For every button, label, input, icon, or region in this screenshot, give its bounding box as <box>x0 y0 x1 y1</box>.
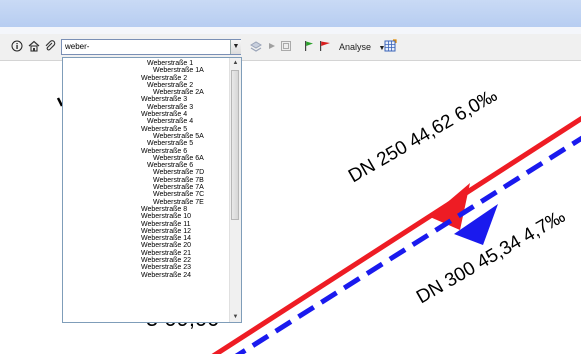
suggestion-item[interactable]: Weberstraße 1 <box>63 60 229 67</box>
scrollbar-thumb[interactable] <box>231 70 239 220</box>
suggestion-item[interactable]: Weberstraße 7D <box>63 169 229 176</box>
suggestion-item[interactable]: Weberstraße 4 <box>63 118 229 125</box>
suggestion-item[interactable]: Weberstraße 7B <box>63 177 229 184</box>
suggestion-item[interactable]: Weberstraße 2 <box>63 75 229 82</box>
play-icon[interactable] <box>267 39 277 58</box>
suggestion-item[interactable]: Weberstraße 7C <box>63 191 229 198</box>
suggestion-item[interactable]: Weberstraße 4 <box>63 111 229 118</box>
title-bar <box>0 0 581 27</box>
dropdown-scrollbar[interactable]: ▲ ▼ <box>229 58 241 322</box>
suggestion-dropdown[interactable]: Weberstraße 1 Weberstraße 1A Weberstraße 2… <box>62 57 242 323</box>
flag-red-icon[interactable] <box>318 39 332 58</box>
suggestion-item[interactable]: Weberstraße 23 <box>63 264 229 271</box>
analyse-menu[interactable]: Analyse ▼ <box>339 39 385 57</box>
suggestion-item[interactable]: Weberstraße 6A <box>63 155 229 162</box>
suggestion-item[interactable]: Weberstraße 21 <box>63 250 229 257</box>
suggestion-item[interactable]: Weberstraße 5A <box>63 133 229 140</box>
suggestion-item[interactable]: Weberstraße 14 <box>63 235 229 242</box>
suggestion-item[interactable]: Weberstraße 2A <box>63 89 229 96</box>
grid-icon[interactable] <box>383 39 397 58</box>
suggestion-item[interactable]: Weberstraße 3 <box>63 104 229 111</box>
menu-strip <box>0 27 581 34</box>
suggestion-list: Weberstraße 1 Weberstraße 1A Weberstraße 2… <box>63 60 229 279</box>
scroll-up-icon[interactable]: ▲ <box>230 58 241 68</box>
suggestion-item[interactable]: Weberstraße 7A <box>63 184 229 191</box>
scroll-down-icon[interactable]: ▼ <box>230 312 241 322</box>
combo-dropdown-icon[interactable]: ▼ <box>230 40 241 54</box>
suggestion-item[interactable]: Weberstraße 3 <box>63 96 229 103</box>
suggestion-item[interactable]: Weberstraße 20 <box>63 242 229 249</box>
layers-icon[interactable] <box>249 39 263 58</box>
info-icon[interactable] <box>11 40 23 54</box>
suggestion-item[interactable]: Weberstraße 22 <box>63 257 229 264</box>
suggestion-item[interactable]: Weberstraße 11 <box>63 221 229 228</box>
paperclip-icon[interactable] <box>44 40 56 54</box>
suggestion-item[interactable]: Weberstraße 24 <box>63 272 229 279</box>
suggestion-item[interactable]: Weberstraße 12 <box>63 228 229 235</box>
frame-icon[interactable] <box>280 39 292 58</box>
suggestion-item[interactable]: Weberstraße 5 <box>63 140 229 147</box>
suggestion-item[interactable]: Weberstraße 5 <box>63 126 229 133</box>
suggestion-item[interactable]: Weberstraße 8 <box>63 206 229 213</box>
search-value: weber- <box>65 42 90 51</box>
suggestion-item[interactable]: Weberstraße 6 <box>63 162 229 169</box>
home-icon[interactable] <box>28 40 40 54</box>
suggestion-item[interactable]: Weberstraße 10 <box>63 213 229 220</box>
street-search-input[interactable]: weber- <box>61 39 241 55</box>
suggestion-item[interactable]: Weberstraße 1A <box>63 67 229 74</box>
analyse-label: Analyse <box>339 42 372 52</box>
suggestion-item[interactable]: Weberstraße 7E <box>63 199 229 206</box>
suggestion-item[interactable]: Weberstraße 2 <box>63 82 229 89</box>
flag-green-icon[interactable] <box>303 39 315 58</box>
suggestion-item[interactable]: Weberstraße 6 <box>63 148 229 155</box>
